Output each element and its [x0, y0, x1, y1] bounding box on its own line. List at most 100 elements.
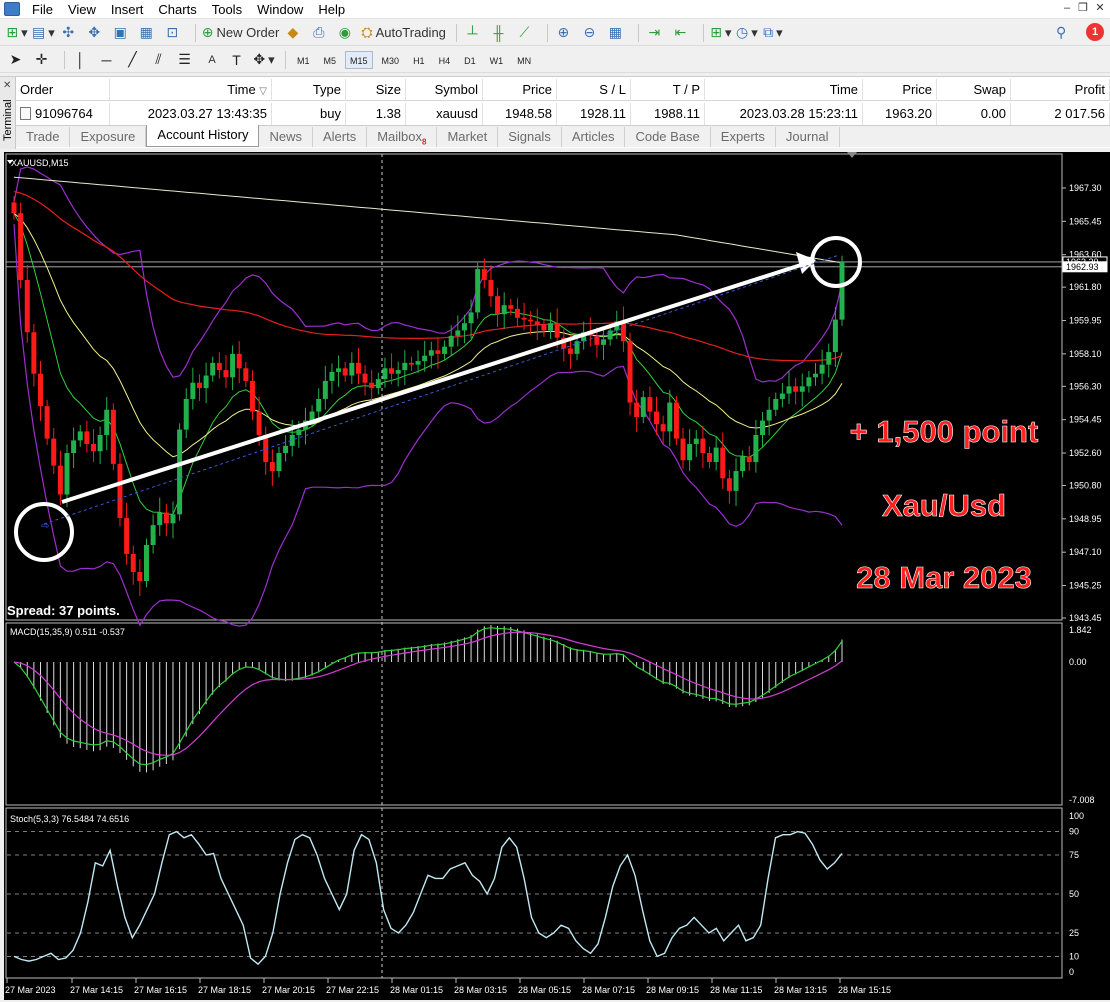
- timeframe-mn[interactable]: MN: [512, 51, 536, 69]
- arrows-icon[interactable]: ✥ ▾: [253, 50, 275, 70]
- col-type[interactable]: Type: [272, 79, 346, 101]
- candle-body: [97, 435, 103, 452]
- chart-shift-icon[interactable]: ⇤: [671, 23, 693, 43]
- tab-journal[interactable]: Journal: [776, 127, 840, 147]
- trendline-icon[interactable]: ╱: [123, 50, 145, 70]
- search-icon[interactable]: ⚲: [1056, 24, 1066, 41]
- line-chart-icon[interactable]: ⟋: [515, 23, 537, 43]
- restore-icon[interactable]: ❐: [1076, 1, 1090, 15]
- annotation-symbol: Xau/Usd: [882, 488, 1006, 523]
- vertical-line-icon[interactable]: │: [71, 50, 93, 70]
- menu-view[interactable]: View: [62, 0, 105, 19]
- indicators-icon[interactable]: ⊞ ▾: [710, 23, 732, 43]
- new-order-button[interactable]: ⊕ New Order: [202, 23, 280, 43]
- menu-tools[interactable]: Tools: [206, 0, 251, 19]
- tab-signals[interactable]: Signals: [498, 127, 562, 147]
- metaeditor-icon[interactable]: ◆: [283, 23, 305, 43]
- zoom-out-icon[interactable]: ⊖: [580, 23, 602, 43]
- fibonacci-icon[interactable]: ☰: [175, 50, 197, 70]
- tile-windows-icon[interactable]: ▦: [606, 23, 628, 43]
- cursor-icon[interactable]: ➤: [6, 50, 28, 70]
- menu-window[interactable]: Window: [251, 0, 312, 19]
- minimize-icon[interactable]: –: [1060, 1, 1074, 15]
- tab-market[interactable]: Market: [437, 127, 499, 147]
- col-size[interactable]: Size: [346, 79, 406, 101]
- col-close-time[interactable]: Time: [705, 79, 863, 101]
- timeframe-m30[interactable]: M30: [377, 51, 405, 69]
- signals-icon[interactable]: ◉: [335, 23, 357, 43]
- close-icon[interactable]: ✕: [1093, 1, 1107, 15]
- col-order[interactable]: Order: [16, 79, 110, 101]
- col-open-time[interactable]: Time ▽: [110, 79, 272, 101]
- timeframe-w1[interactable]: W1: [485, 51, 509, 69]
- menu-charts[interactable]: Charts: [152, 0, 205, 19]
- print-icon[interactable]: ⎙: [309, 23, 331, 43]
- menu-help[interactable]: Help: [312, 0, 354, 19]
- periods-icon[interactable]: ◷ ▾: [736, 23, 758, 43]
- col-swap[interactable]: Swap: [937, 79, 1011, 101]
- tab-experts[interactable]: Experts: [711, 127, 776, 147]
- new-chart-icon[interactable]: ⊞ ▾: [6, 23, 28, 43]
- chart-window[interactable]: 1967.30 1965.45 1963.60 1961.80 1959.95 1958.…: [4, 152, 1110, 1000]
- candlestick-icon[interactable]: ╫: [489, 23, 511, 43]
- templates-icon[interactable]: ⧉ ▾: [762, 23, 784, 43]
- tab-news[interactable]: News: [259, 127, 313, 147]
- tab-account-history[interactable]: Account History: [146, 125, 260, 147]
- tab-alerts[interactable]: Alerts: [313, 127, 368, 147]
- tab-mailbox[interactable]: Mailbox8: [367, 127, 438, 147]
- strategy-tester-icon[interactable]: ⊡: [163, 23, 185, 43]
- entry-circle: [14, 502, 74, 562]
- data-window-icon[interactable]: ✥: [85, 23, 107, 43]
- stoch-scale-label: 100: [1069, 811, 1084, 821]
- candle-body: [826, 352, 832, 365]
- close-price-cell: 1963.20: [863, 103, 937, 125]
- candle-body: [541, 325, 547, 331]
- candle-body: [137, 572, 143, 582]
- tab-exposure[interactable]: Exposure: [70, 127, 147, 147]
- time-label: 27 Mar 20:15: [262, 985, 315, 995]
- col-symbol[interactable]: Symbol: [406, 79, 483, 101]
- horizontal-line-icon[interactable]: ─: [97, 50, 119, 70]
- bar-chart-icon[interactable]: ┴: [463, 23, 485, 43]
- candle-body: [680, 438, 686, 461]
- navigator-icon[interactable]: ▣: [111, 23, 133, 43]
- crosshair-icon[interactable]: ✛: [32, 50, 54, 70]
- autotrading-button[interactable]: ⛭ AutoTrading: [361, 23, 446, 43]
- channel-icon[interactable]: ⫽: [149, 50, 171, 70]
- price-pane[interactable]: [5, 153, 1063, 621]
- zoom-in-icon[interactable]: ⊕: [554, 23, 576, 43]
- menu-file[interactable]: File: [26, 0, 62, 19]
- stoch-scale-label: 10: [1069, 951, 1079, 961]
- text-tool-icon[interactable]: A: [201, 50, 223, 70]
- autotrading-label: AutoTrading: [375, 25, 446, 40]
- table-row[interactable]: 91096764 2023.03.27 13:43:35 buy 1.38 xa…: [16, 103, 1110, 125]
- label-tool-icon[interactable]: T: [227, 50, 249, 70]
- terminal-icon[interactable]: ▦: [137, 23, 159, 43]
- timeframe-h4[interactable]: H4: [434, 51, 456, 69]
- timeframe-m5[interactable]: M5: [319, 51, 342, 69]
- tab-code-base[interactable]: Code Base: [625, 127, 711, 147]
- col-tp[interactable]: T / P: [631, 79, 705, 101]
- col-open-price[interactable]: Price: [483, 79, 557, 101]
- notification-badge[interactable]: 1: [1086, 23, 1104, 41]
- timeframe-m15[interactable]: M15: [345, 50, 373, 69]
- tab-articles[interactable]: Articles: [562, 127, 626, 147]
- tab-trade[interactable]: Trade: [16, 127, 71, 147]
- col-close-price[interactable]: Price: [863, 79, 937, 101]
- terminal-close-icon[interactable]: ✕: [3, 80, 11, 91]
- chart-shift-marker-icon: [847, 152, 857, 158]
- col-profit[interactable]: Profit: [1011, 79, 1110, 101]
- stoch-pane[interactable]: [5, 807, 1063, 979]
- profiles-icon[interactable]: ▤ ▾: [32, 23, 55, 43]
- menu-insert[interactable]: Insert: [105, 0, 153, 19]
- timeframe-h1[interactable]: H1: [408, 51, 430, 69]
- autoscroll-icon[interactable]: ⇥: [645, 23, 667, 43]
- timeframe-d1[interactable]: D1: [459, 51, 481, 69]
- market-watch-icon[interactable]: ✣: [59, 23, 81, 43]
- candle-body: [117, 463, 123, 518]
- candle-body: [508, 305, 514, 309]
- timeframe-m1[interactable]: M1: [292, 51, 315, 69]
- col-sl[interactable]: S / L: [557, 79, 631, 101]
- macd-pane[interactable]: [5, 622, 1063, 806]
- candle-body: [766, 409, 772, 421]
